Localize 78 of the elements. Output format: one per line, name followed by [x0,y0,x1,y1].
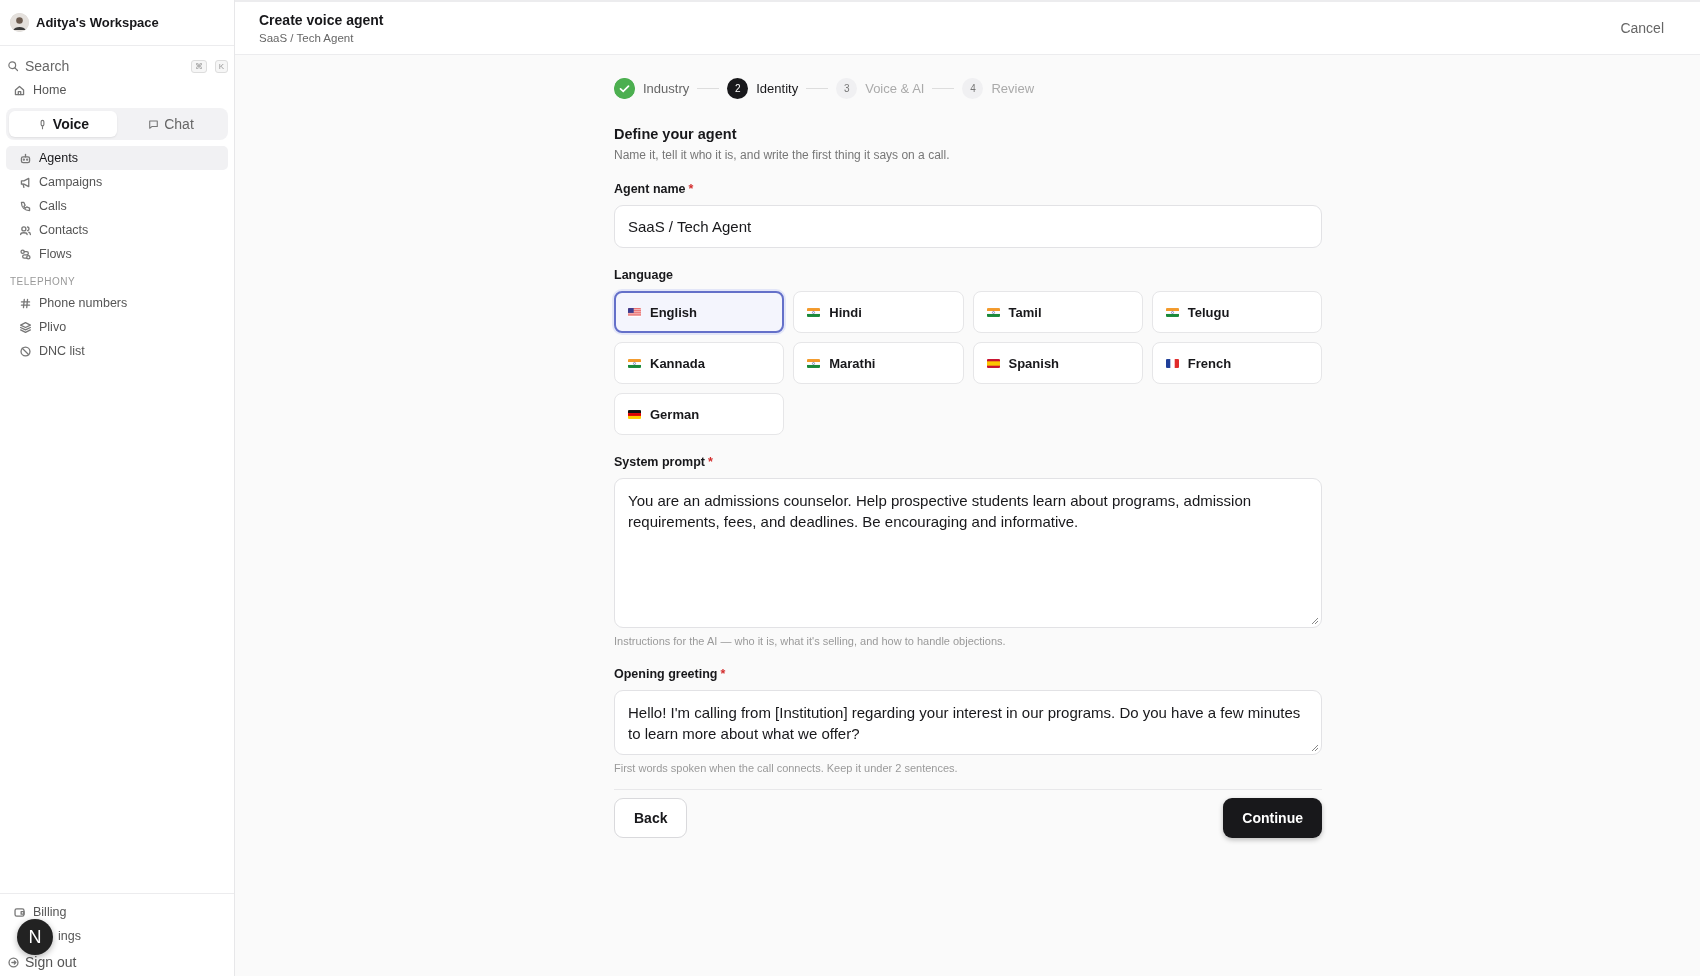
required-mark: * [688,182,694,196]
shortcut-key: ⌘ [190,59,207,73]
input-field[interactable]: SaaS / Tech Agent [614,205,1322,248]
search-icon [7,60,19,72]
sidebar-item[interactable]: Calls [6,194,228,218]
field-label: Language [614,268,675,282]
shortcut-key: K [214,59,228,73]
workspace-name[interactable]: Aditya's Workspace [36,15,159,30]
ban-icon [19,344,32,358]
phone-icon [19,199,32,213]
mode-tab[interactable]: Chat [117,111,225,137]
flag-icon [1165,358,1179,368]
flag-icon [807,358,821,368]
text-area[interactable]: Hello! I'm calling from [Institution] regarding your interest in our programs. Do you have a few minutes to learn more about what we offer? [614,690,1322,755]
chat-bubble-icon [148,118,160,130]
language-option[interactable]: Telugu [1151,291,1322,333]
sidebar-item[interactable]: Plivo [6,315,228,339]
step-number: 3 [836,77,858,99]
text-area[interactable]: You are an admissions counselor. Help prospective students learn about programs, admission requirements, fees, and deadlines. Be encouraging and informative. [614,478,1322,628]
language-option[interactable]: German [614,393,785,435]
page-subtitle: SaaS / Tech Agent [259,32,355,44]
back-button[interactable]: Back [614,798,688,838]
users-icon [19,223,32,237]
megaphone-icon [19,175,32,189]
resize-handle-icon[interactable] [1311,744,1319,752]
hash-icon [19,296,32,310]
flag-icon [986,307,1000,317]
floating-badge[interactable]: N [17,919,53,955]
resize-handle-icon[interactable] [1311,617,1319,625]
continue-button[interactable]: Continue [1223,798,1322,838]
flag-icon [628,409,641,419]
sidebar-item[interactable]: Phone numbers [6,291,228,315]
step-number: 2 [727,77,749,99]
sidebar-item[interactable]: Home [0,78,234,102]
field-hint: Instructions for the AI — who it is, what it's selling, and how to handle objections. [614,635,1007,647]
section-title: Define your agent [614,126,738,142]
flow-icon [19,247,32,261]
section-description: Name it, tell it who it is, and write the first thing it says on a call. [614,148,951,162]
language-option[interactable]: Kannada [614,342,785,384]
required-mark: * [720,667,726,681]
language-option[interactable]: Tamil [972,291,1143,333]
flag-icon [628,358,641,368]
sidebar-item[interactable]: DNC list [6,339,228,363]
field-label: Opening greeting * [614,667,727,681]
step-label: Industry [643,80,690,96]
sidebar-item[interactable]: Contacts [6,218,228,242]
mode-tab[interactable]: Voice [9,111,117,137]
flag-icon [986,358,1000,368]
language-option[interactable]: Hindi [793,291,964,333]
layers-icon [19,320,32,334]
sign-out-icon [7,955,20,969]
step-label: Voice & AI [865,80,925,96]
wallet-icon [13,905,26,919]
sidebar-item[interactable]: Campaigns [6,170,228,194]
step-label: Review [991,80,1035,96]
language-option[interactable]: Marathi [793,342,964,384]
home-icon [13,83,26,97]
required-mark: * [708,455,713,469]
language-option[interactable]: English [614,291,785,333]
avatar [10,13,29,32]
cancel-button[interactable]: Cancel [1610,8,1674,48]
flag-icon [1165,307,1179,317]
flag-icon [807,307,821,317]
field-label: Agent name * [614,182,695,196]
sidebar-item[interactable]: Agents [6,146,228,170]
field-hint: First words spoken when the call connects. Keep it under 2 sentences. [614,762,959,774]
step-number: 4 [962,77,984,99]
search-field[interactable]: Search ⌘ K [0,46,234,78]
step-label: Identity [756,80,799,96]
page-title: Create voice agent [259,12,384,28]
field-label: System prompt * [614,455,714,469]
section-heading: TELEPHONY [9,275,77,289]
sidebar-item[interactable]: ings [58,924,81,948]
flag-icon [628,307,641,317]
language-option[interactable]: Spanish [972,342,1143,384]
robot-icon [19,151,32,165]
language-option[interactable]: French [1151,342,1322,384]
sidebar-item[interactable]: Flows [6,242,228,266]
